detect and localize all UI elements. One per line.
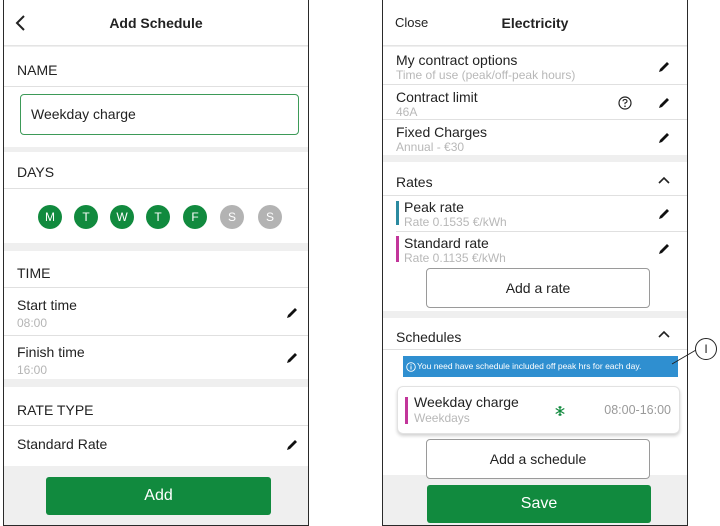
contract-section: My contract options Time of use (peak/of… bbox=[383, 47, 687, 155]
help-circle-icon[interactable] bbox=[618, 96, 632, 110]
rate-type-section: RATE TYPE Standard Rate bbox=[4, 387, 308, 466]
page-title: Add Schedule bbox=[109, 15, 203, 31]
pencil-icon[interactable] bbox=[657, 60, 671, 74]
day-friday[interactable]: F bbox=[183, 205, 207, 229]
electricity-screen: Close Electricity My contract options Ti… bbox=[382, 0, 688, 526]
snowflake-icon bbox=[555, 406, 565, 416]
standard-rate-color-bar bbox=[396, 236, 399, 262]
add-rate-button[interactable]: Add a rate bbox=[426, 268, 650, 308]
finish-time-value[interactable]: 16:00 bbox=[17, 363, 47, 377]
contract-limit-label: Contract limit bbox=[396, 89, 478, 105]
save-button[interactable]: Save bbox=[427, 485, 651, 523]
pencil-icon[interactable] bbox=[657, 131, 671, 145]
rates-section: Rates Peak rate Rate 0.1535 €/kWh Standa… bbox=[383, 162, 687, 311]
callout-marker: I bbox=[695, 338, 717, 360]
days-label: DAYS bbox=[17, 164, 55, 180]
pencil-icon[interactable] bbox=[285, 438, 299, 452]
info-icon bbox=[406, 361, 416, 372]
pencil-icon[interactable] bbox=[285, 351, 299, 365]
day-monday[interactable]: M bbox=[38, 205, 62, 229]
contract-options-label: My contract options bbox=[396, 52, 518, 68]
schedule-color-bar bbox=[405, 397, 408, 424]
standard-rate-detail: Rate 0.1135 €/kWh bbox=[404, 251, 506, 265]
page-title: Electricity bbox=[501, 15, 569, 31]
peak-rate-detail: Rate 0.1535 €/kWh bbox=[404, 215, 507, 229]
chevron-up-icon[interactable] bbox=[657, 329, 671, 339]
day-thursday[interactable]: T bbox=[146, 205, 170, 229]
start-time-value[interactable]: 08:00 bbox=[17, 316, 47, 330]
time-label: TIME bbox=[17, 265, 51, 281]
add-schedule-button[interactable]: Add a schedule bbox=[426, 439, 650, 479]
day-sunday[interactable]: S bbox=[258, 205, 282, 229]
day-tuesday[interactable]: T bbox=[74, 205, 98, 229]
start-time-label: Start time bbox=[17, 297, 77, 313]
pencil-icon[interactable] bbox=[657, 242, 671, 256]
add-schedule-screen: Add Schedule NAME Weekday charge DAYS M … bbox=[3, 0, 309, 526]
name-input[interactable]: Weekday charge bbox=[20, 94, 299, 135]
pencil-icon[interactable] bbox=[285, 306, 299, 320]
rate-type-value[interactable]: Standard Rate bbox=[17, 436, 107, 452]
name-label: NAME bbox=[17, 62, 58, 78]
header: Add Schedule bbox=[4, 0, 308, 46]
fixed-charges-label: Fixed Charges bbox=[396, 124, 488, 140]
chevron-up-icon[interactable] bbox=[657, 175, 671, 185]
day-saturday[interactable]: S bbox=[220, 205, 244, 229]
contract-options-value: Time of use (peak/off-peak hours) bbox=[396, 68, 576, 82]
header: Close Electricity bbox=[383, 0, 687, 46]
time-section: TIME Start time 08:00 Finish time 16:00 bbox=[4, 251, 308, 379]
pencil-icon[interactable] bbox=[657, 96, 671, 110]
add-button[interactable]: Add bbox=[46, 477, 271, 515]
schedule-name: Weekday charge bbox=[414, 394, 519, 410]
schedule-days: Weekdays bbox=[414, 411, 470, 425]
day-wednesday[interactable]: W bbox=[110, 205, 134, 229]
schedule-card[interactable]: Weekday charge Weekdays 08:00-16:00 bbox=[397, 386, 680, 434]
peak-rate-color-bar bbox=[396, 201, 399, 225]
schedules-label: Schedules bbox=[396, 329, 462, 345]
rates-label: Rates bbox=[396, 174, 433, 190]
peak-rate-name: Peak rate bbox=[404, 199, 464, 215]
standard-rate-name: Standard rate bbox=[404, 235, 489, 251]
rate-type-label: RATE TYPE bbox=[17, 402, 94, 418]
pencil-icon[interactable] bbox=[657, 207, 671, 221]
contract-limit-value: 46A bbox=[396, 105, 418, 119]
info-banner: You need have schedule included off peak… bbox=[403, 356, 678, 377]
days-section: DAYS bbox=[4, 152, 308, 243]
info-banner-text: You need have schedule included off peak… bbox=[417, 361, 642, 371]
fixed-charges-value: Annual - €30 bbox=[396, 140, 465, 154]
finish-time-label: Finish time bbox=[17, 344, 85, 360]
schedule-time: 08:00-16:00 bbox=[604, 403, 671, 417]
